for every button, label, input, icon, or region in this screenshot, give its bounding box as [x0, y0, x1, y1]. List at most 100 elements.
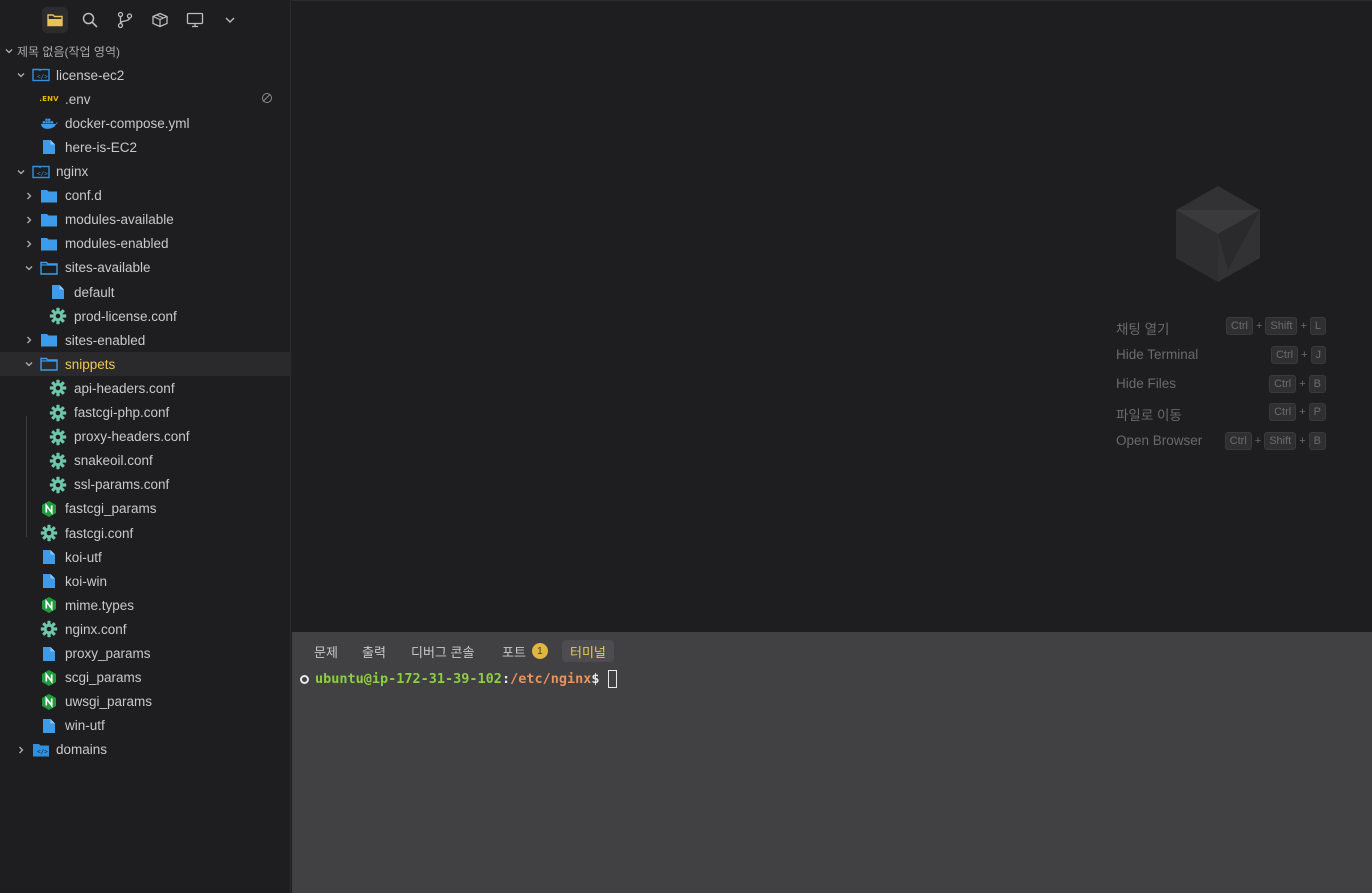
- tree-item[interactable]: docker-compose.yml: [0, 111, 290, 135]
- gear-icon: [40, 524, 58, 542]
- tree-item-label: conf.d: [65, 188, 102, 204]
- env-file-icon: .ENV: [38, 90, 60, 108]
- tab-problems-label: 문제: [314, 644, 338, 660]
- chevron-right-icon[interactable]: [15, 744, 27, 756]
- terminal-path: /etc/nginx: [510, 671, 592, 687]
- chevron-right-icon[interactable]: [23, 238, 35, 250]
- tree-item-label: domains: [56, 742, 108, 758]
- tree-item-label: license-ec2: [56, 67, 125, 83]
- tree-item-label: sites-available: [65, 260, 151, 276]
- tree-item[interactable]: .ENV .env: [0, 87, 290, 111]
- tree-item[interactable]: api-headers.conf: [0, 376, 290, 400]
- tree-item-label: snippets: [65, 356, 116, 372]
- svg-text:</>: </>: [37, 170, 48, 177]
- folder-icon: [40, 235, 58, 253]
- tab-debug-console[interactable]: 디버그 콘솔: [403, 640, 482, 662]
- key-plus: +: [1299, 406, 1306, 418]
- tab-ports-label: 포트: [502, 644, 526, 660]
- tree-item[interactable]: koi-win: [0, 569, 290, 593]
- tree-item[interactable]: default: [0, 280, 290, 304]
- tree-item[interactable]: snippets: [0, 352, 290, 377]
- chevron-down-icon[interactable]: [23, 358, 35, 370]
- key-cap: P: [1308, 403, 1326, 421]
- key-plus: +: [1255, 320, 1263, 332]
- gear-icon: [49, 476, 67, 494]
- tree-item[interactable]: uwsgi_params: [0, 690, 290, 714]
- chevron-right-icon[interactable]: [23, 334, 35, 346]
- tree-item[interactable]: here-is-EC2: [0, 135, 290, 159]
- tab-ports[interactable]: 포트 1: [494, 640, 556, 662]
- shortcut-label: Hide Terminal: [1116, 347, 1199, 362]
- tree-item[interactable]: proxy_params: [0, 642, 290, 666]
- tree-item[interactable]: prod-license.conf: [0, 304, 290, 328]
- folder-open-icon: [40, 259, 58, 277]
- tree-item[interactable]: win-utf: [0, 714, 290, 738]
- tree-item[interactable]: scgi_params: [0, 666, 290, 690]
- key-plus: +: [1254, 435, 1262, 447]
- key-cap: Shift: [1264, 432, 1297, 450]
- tree-item[interactable]: proxy-headers.conf: [0, 425, 290, 449]
- more-views-button[interactable]: [217, 7, 243, 33]
- folder-icon: [47, 14, 63, 27]
- tree-item[interactable]: sites-available: [0, 256, 290, 280]
- monitor-icon: [186, 12, 204, 28]
- tree-item[interactable]: snakeoil.conf: [0, 449, 290, 473]
- shortcut-hint: 파일로 이동 Ctrl + P: [1116, 402, 1326, 423]
- key-cap: Ctrl: [1225, 317, 1253, 335]
- tree-item-label: nginx: [56, 164, 89, 179]
- tab-terminal[interactable]: 터미널: [562, 640, 614, 662]
- tree-item[interactable]: </> domains: [0, 738, 290, 762]
- shortcut-label: 파일로 이동: [1116, 408, 1182, 423]
- tree-item[interactable]: mime.types: [0, 593, 290, 617]
- shortcut-label: 채팅 열기: [1116, 322, 1170, 337]
- tree-item-label: nginx.conf: [65, 621, 127, 637]
- key-cap: L: [1309, 317, 1326, 335]
- code-folder-icon: </>: [32, 66, 50, 84]
- tree-item[interactable]: nginx.conf: [0, 617, 290, 641]
- chevron-down-icon[interactable]: [23, 262, 35, 274]
- remote-button[interactable]: [182, 7, 208, 33]
- tree-item[interactable]: koi-utf: [0, 545, 290, 569]
- file-icon: [40, 548, 58, 566]
- tab-problems[interactable]: 문제: [306, 640, 346, 662]
- tree-item[interactable]: modules-enabled: [0, 232, 290, 256]
- tree-item-label: snakeoil.conf: [74, 453, 153, 469]
- terminal-status-circle-icon: [300, 674, 309, 684]
- tree-item[interactable]: fastcgi.conf: [0, 521, 290, 545]
- chevron-down-icon[interactable]: [15, 166, 27, 178]
- tree-item[interactable]: fastcgi-php.conf: [0, 401, 290, 425]
- docker-icon: [40, 114, 58, 132]
- tree-item-label: koi-win: [65, 573, 108, 589]
- tree-item-label: .env: [65, 91, 91, 107]
- shortcut-keys: Ctrl + J: [1270, 346, 1326, 364]
- tree-item[interactable]: modules-available: [0, 208, 290, 232]
- chevron-right-icon[interactable]: [23, 190, 35, 202]
- file-icon: [49, 283, 67, 301]
- tree-item-label: scgi_params: [65, 670, 142, 686]
- gear-icon: [40, 620, 58, 638]
- gear-icon: [49, 404, 67, 422]
- tree-item-label: proxy-headers.conf: [74, 429, 190, 445]
- explorer-button[interactable]: [42, 7, 68, 33]
- shortcut-hint: Hide Terminal Ctrl + J: [1116, 345, 1326, 365]
- cube-logo-icon: [1176, 186, 1260, 282]
- workspace-root[interactable]: 제목 없음(작업 영역): [0, 39, 290, 63]
- extensions-button[interactable]: [147, 7, 173, 33]
- tree-item[interactable]: </> license-ec2: [0, 63, 290, 87]
- terminal-prompt-line[interactable]: ubuntu@ip-172-31-39-102 : /etc/nginx $: [300, 669, 617, 689]
- tab-output[interactable]: 출력: [354, 640, 394, 662]
- ignored-status-icon: [262, 93, 272, 104]
- tree-item[interactable]: ssl-params.conf: [0, 473, 290, 497]
- chevron-right-icon[interactable]: [23, 214, 35, 226]
- source-control-button[interactable]: [112, 7, 138, 33]
- tree-item[interactable]: </> nginx: [0, 160, 290, 184]
- tree-item[interactable]: conf.d: [0, 184, 290, 208]
- indent-guide: [26, 416, 27, 537]
- folder-icon: [40, 211, 58, 229]
- tree-item[interactable]: fastcgi_params: [0, 497, 290, 521]
- key-cap: Ctrl: [1269, 375, 1297, 393]
- svg-text:</>: </>: [37, 74, 48, 81]
- chevron-down-icon[interactable]: [15, 69, 27, 81]
- tree-item[interactable]: sites-enabled: [0, 328, 290, 352]
- search-button[interactable]: [77, 7, 103, 33]
